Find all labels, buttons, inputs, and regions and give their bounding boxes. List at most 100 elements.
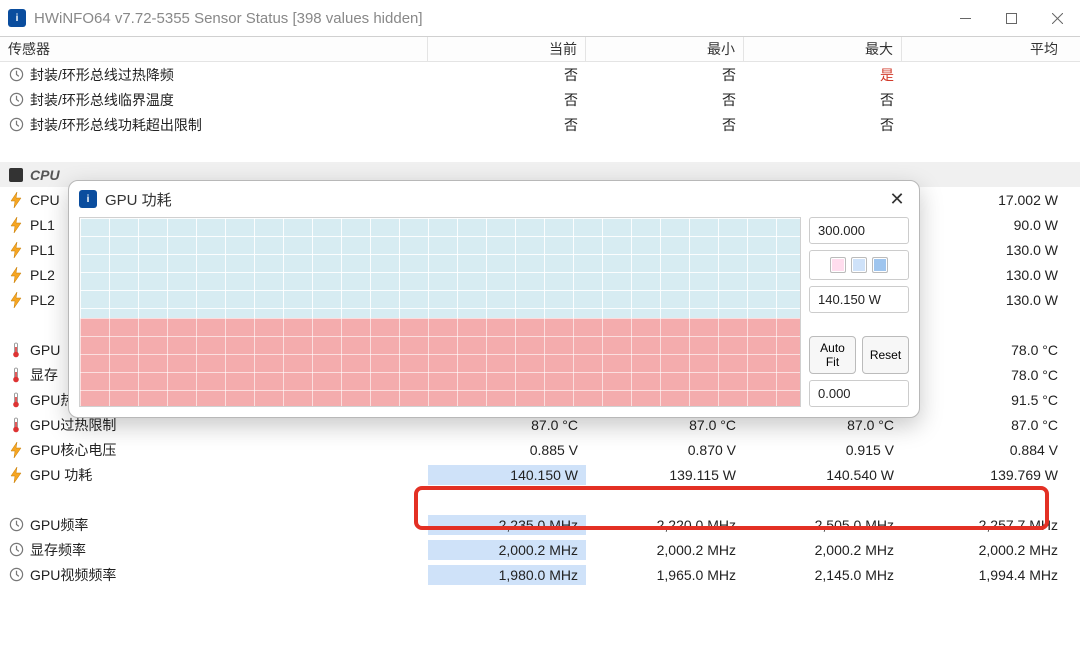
reset-button[interactable]: Reset [862,336,909,374]
graph-area[interactable] [79,217,801,407]
graph-fill [80,318,800,406]
table-row[interactable]: 封装/环形总线临界温度 否 否 否 [0,87,1080,112]
table-header: 传感器 当前 最小 最大 平均 [0,36,1080,62]
cell-name: CPU [30,167,60,183]
table-row[interactable]: 封装/环形总线过热降频 否 否 是 [0,62,1080,87]
cell-avg: 17.002 W [902,190,1080,210]
bolt-icon [8,292,24,308]
cell-avg [902,98,1080,102]
cell-avg [902,123,1080,127]
cell-cur: 否 [428,113,586,137]
col-current[interactable]: 当前 [428,37,586,61]
cell-cur: 2,235.0 MHz [428,515,586,535]
cell-name: 显存频率 [30,540,86,560]
cell-min: 否 [586,88,744,112]
cell-min: 否 [586,63,744,87]
cpu-icon [8,167,24,183]
app-icon: i [8,9,26,27]
cell-cur: 0.885 V [428,440,586,460]
autofit-button[interactable]: Auto Fit [809,336,856,374]
cell-name: 封装/环形总线临界温度 [30,90,174,110]
bolt-icon [8,442,24,458]
cell-name: PL1 [30,217,55,233]
cell-avg: 130.0 W [902,290,1080,310]
cell-avg: 139.769 W [902,465,1080,485]
cell-name: GPU [30,342,60,358]
legend-swatch[interactable] [872,257,888,273]
cell-avg: 87.0 °C [902,415,1080,435]
thermometer-icon [8,392,24,408]
thermometer-icon [8,417,24,433]
col-avg[interactable]: 平均 [902,37,1080,61]
minimize-button[interactable] [942,2,988,34]
cell-name: GPU频率 [30,515,88,535]
cell-max: 是 [744,63,902,87]
col-min[interactable]: 最小 [586,37,744,61]
col-max[interactable]: 最大 [744,37,902,61]
cell-cur: 否 [428,63,586,87]
cell-cur: 2,000.2 MHz [428,540,586,560]
cell-max: 2,145.0 MHz [744,565,902,585]
scale-max[interactable]: 300.000 [809,217,909,244]
graph-popup[interactable]: i GPU 功耗 ✕ 300.000 140.150 W Auto Fit Re… [68,180,920,418]
bolt-icon [8,267,24,283]
clock-icon [8,67,24,83]
table-row-gpu-power[interactable]: GPU 功耗 140.150 W 139.115 W 140.540 W 139… [0,462,1080,487]
cell-name: PL2 [30,292,55,308]
cell-cur: 1,980.0 MHz [428,565,586,585]
cell-min: 2,000.2 MHz [586,540,744,560]
cell-name: 封装/环形总线功耗超出限制 [30,115,202,135]
cell-avg: 90.0 W [902,215,1080,235]
cell-max: 否 [744,88,902,112]
app-icon: i [79,190,97,208]
clock-icon [8,92,24,108]
cell-max: 2,505.0 MHz [744,515,902,535]
legend-swatch[interactable] [830,257,846,273]
table-row[interactable]: GPU频率 2,235.0 MHz 2,220.0 MHz 2,505.0 MH… [0,512,1080,537]
clock-icon [8,542,24,558]
cell-avg: 0.884 V [902,440,1080,460]
popup-titlebar[interactable]: i GPU 功耗 ✕ [69,181,919,217]
table-row[interactable]: GPU视频频率 1,980.0 MHz 1,965.0 MHz 2,145.0 … [0,562,1080,587]
main-titlebar: i HWiNFO64 v7.72-5355 Sensor Status [398… [0,0,1080,36]
thermometer-icon [8,367,24,383]
cell-max: 否 [744,113,902,137]
cell-min: 否 [586,113,744,137]
scale-min[interactable]: 0.000 [809,380,909,407]
blank-row [0,487,1080,512]
col-sensor[interactable]: 传感器 [0,37,428,61]
maximize-button[interactable] [988,2,1034,34]
cell-min: 1,965.0 MHz [586,565,744,585]
close-icon[interactable]: ✕ [885,189,909,210]
cell-avg: 130.0 W [902,265,1080,285]
legend [809,250,909,280]
cell-min: 2,220.0 MHz [586,515,744,535]
cell-name: GPU视频频率 [30,565,116,585]
clock-icon [8,567,24,583]
table-row[interactable]: GPU核心电压 0.885 V 0.870 V 0.915 V 0.884 V [0,437,1080,462]
cell-max: 140.540 W [744,465,902,485]
table-row[interactable]: 封装/环形总线功耗超出限制 否 否 否 [0,112,1080,137]
cell-avg: 130.0 W [902,240,1080,260]
clock-icon [8,517,24,533]
cell-cur: 140.150 W [428,465,586,485]
graph-side-panel: 300.000 140.150 W Auto Fit Reset 0.000 [809,217,909,407]
popup-title: GPU 功耗 [105,189,885,210]
cell-avg [902,73,1080,77]
cell-avg: 78.0 °C [902,340,1080,360]
table-row[interactable]: 显存频率 2,000.2 MHz 2,000.2 MHz 2,000.2 MHz… [0,537,1080,562]
cell-min: 0.870 V [586,440,744,460]
cell-name: 封装/环形总线过热降频 [30,65,174,85]
bolt-icon [8,467,24,483]
cell-name: CPU [30,192,60,208]
cell-name: PL1 [30,242,55,258]
cell-max: 2,000.2 MHz [744,540,902,560]
current-reading: 140.150 W [809,286,909,313]
legend-swatch[interactable] [851,257,867,273]
cell-avg: 78.0 °C [902,365,1080,385]
cell-avg: 2,257.7 MHz [902,515,1080,535]
cell-avg: 2,000.2 MHz [902,540,1080,560]
window-title: HWiNFO64 v7.72-5355 Sensor Status [398 v… [34,10,942,27]
bolt-icon [8,242,24,258]
close-button[interactable] [1034,2,1080,34]
